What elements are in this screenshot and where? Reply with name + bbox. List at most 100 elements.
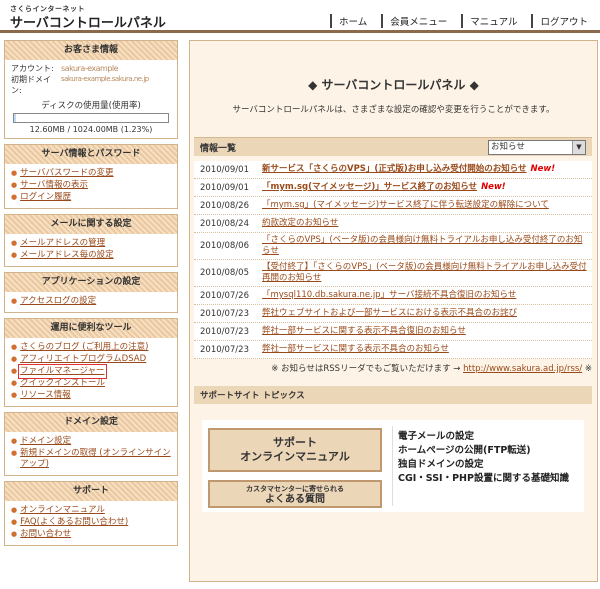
news-list: 2010/09/01 新サービス「さくらのVPS」(正式版)お申し込み受付開始のお… (194, 161, 592, 359)
news-title-link[interactable]: 「さくらのVPS」(ベータ版)の会員様向け無料トライアルお申し込み受付終了のお知… (262, 235, 582, 256)
nav-manual[interactable]: マニュアル (461, 14, 523, 28)
news-row: 2010/08/05 【受付終了】「さくらのVPS」(ベータ版)の会員様向け無料ト… (194, 260, 592, 287)
sidebar-item-blog[interactable]: さくらのブログ (ご利用上の注意) (20, 342, 148, 353)
online-manual-button[interactable]: サポート オンラインマニュアル (208, 428, 382, 472)
news-filter-value: お知らせ (491, 142, 525, 152)
nav-member-menu[interactable]: 会員メニュー (381, 14, 453, 28)
news-row: 2010/07/23 弊社一部サービスに関する表示不具合復旧のお知らせ (194, 323, 592, 341)
top-nav: ホーム 会員メニュー マニュアル ログアウト (322, 14, 594, 28)
news-date: 2010/08/05 (200, 268, 249, 278)
sidebar-item-mail-address[interactable]: メールアドレスの管理 (20, 238, 105, 249)
sidebar-item-domain-settings[interactable]: ドメイン設定 (20, 436, 71, 447)
news-date: 2010/08/24 (200, 218, 249, 229)
news-row: 2010/07/26 「mysql110.db.sakura.ne.jp」サーバ接… (194, 287, 592, 305)
account-label: アカウント: (11, 64, 54, 73)
news-title-link[interactable]: 新サービス「さくらのVPS」(正式版)お申し込み受付開始のお知らせ (262, 164, 527, 174)
bullet-icon: ● (11, 355, 18, 363)
support-topics: 電子メールの設定 ホームページの公開(FTP転送) 独自ドメインの設定 CGI・… (398, 430, 569, 486)
sidebar-section-domain: ドメイン設定 ● ドメイン設定 ● 新規ドメインの取得 (オンラインサインアップ) (4, 412, 178, 476)
sidebar-section-server: サーバ情報とパスワード ● サーバパスワードの変更 ● サーバ情報の表示 ● ログイン… (4, 144, 178, 209)
sidebar-item-affiliate[interactable]: アフィリエイトプログラムDSAD (20, 354, 146, 365)
sidebar-item-quick-install[interactable]: クイックインストール (20, 378, 105, 389)
news-row: 2010/08/06 「さくらのVPS」(ベータ版)の会員様向け無料トライアルお申… (194, 233, 592, 260)
support-heading: サポートサイト トピックス (200, 391, 305, 401)
rss-note-text: ※ お知らせはRSSリーダでもご覧いただけます → (271, 364, 461, 374)
bullet-icon: ● (11, 239, 18, 247)
sidebar-item-new-domain[interactable]: 新規ドメインの取得 (オンラインサインアップ) (20, 448, 171, 470)
disk-usage-fill (14, 114, 16, 122)
header: さくらインターネット サーバコントロールパネル ホーム 会員メニュー マニュアル… (0, 0, 600, 34)
faq-button[interactable]: カスタマセンターに寄せられる よくある質問 (208, 480, 382, 508)
sidebar-heading: アプリケーションの設定 (5, 273, 177, 292)
sidebar-item-access-log[interactable]: アクセスログの設定 (20, 296, 96, 307)
news-date: 2010/08/06 (200, 241, 249, 251)
nav-home[interactable]: ホーム (330, 14, 373, 28)
sidebar-item-faq[interactable]: FAQ(よくあるお問い合わせ) (20, 517, 128, 528)
news-title-link[interactable]: 約款改定のお知らせ (262, 218, 338, 228)
news-date: 2010/07/26 (200, 290, 249, 301)
news-row: 2010/07/23 弊社一部サービスに関する表示不具合のお知らせ (194, 341, 592, 359)
bullet-icon: ● (11, 530, 18, 538)
topic-link[interactable]: ホームページの公開(FTP転送) (398, 444, 569, 458)
news-row: 2010/07/23 弊社ウェブサイトおよび一部サービスにおける表示不具合のお詫び (194, 305, 592, 323)
news-title-link[interactable]: 「mysql110.db.sakura.ne.jp」サーバ接続不具合復旧のお知ら… (262, 290, 516, 300)
news-row: 2010/08/26 「mym.sg」(マイメッセージ)サービス終了に伴う転送設定… (194, 197, 592, 215)
bullet-icon: ● (11, 437, 18, 445)
news-title-link[interactable]: 【受付終了】「さくらのVPS」(ベータ版)の会員様向け無料トライアルお申し込み受… (262, 262, 587, 283)
sidebar: お客さま情報 アカウント: sakura-example 初期ドメイン: sakur… (4, 40, 178, 551)
sidebar-item-contact[interactable]: お問い合わせ (20, 529, 71, 540)
topic-link[interactable]: 電子メールの設定 (398, 430, 569, 444)
disk-usage-text: 12.60MB / 1024.00MB (1.23%) (29, 125, 153, 134)
sidebar-item-server-info[interactable]: サーバ情報の表示 (20, 180, 88, 191)
news-title-link[interactable]: 「mym.sg(マイメッセージ)」サービス終了のお知らせ (262, 182, 477, 192)
chevron-down-icon[interactable]: ▼ (572, 141, 585, 154)
nav-logout[interactable]: ログアウト (531, 14, 594, 28)
sidebar-item-file-manager[interactable]: ファイルマネージャー (18, 364, 107, 379)
news-date: 2010/07/23 (200, 344, 249, 355)
sidebar-heading: 運用に便利なツール (5, 319, 177, 338)
sidebar-item-login-history[interactable]: ログイン履歴 (20, 192, 71, 203)
news-title-link[interactable]: 弊社ウェブサイトおよび一部サービスにおける表示不具合のお詫び (262, 308, 517, 318)
divider (392, 426, 393, 506)
bullet-icon: ● (11, 169, 18, 177)
sidebar-heading: サーバ情報とパスワード (5, 145, 177, 164)
sidebar-item-server-password[interactable]: サーバパスワードの変更 (20, 168, 113, 179)
sidebar-item-online-manual[interactable]: オンラインマニュアル (20, 505, 105, 516)
disk-usage-title: ディスクの使用量(使用率) (41, 101, 141, 111)
news-row: 2010/09/01 「mym.sg(マイメッセージ)」サービス終了のお知らせ Ne… (194, 179, 592, 197)
sidebar-item-mail-settings[interactable]: メールアドレス毎の設定 (20, 250, 114, 261)
bullet-icon: ● (11, 506, 18, 514)
news-title-link[interactable]: 弊社一部サービスに関する表示不具合のお知らせ (262, 344, 449, 354)
page-title: ◆ サーバコントロールパネル ◆ (308, 78, 479, 92)
support-panel: サポート オンラインマニュアル カスタマセンターに寄せられる よくある質問 電子… (202, 420, 584, 512)
faq-button-sub: カスタマセンターに寄せられる (246, 485, 344, 493)
news-date: 2010/09/01 (200, 164, 249, 175)
online-manual-line2: オンラインマニュアル (240, 450, 350, 463)
customer-info-box: お客さま情報 アカウント: sakura-example 初期ドメイン: sakur… (4, 40, 178, 139)
header-rule (0, 30, 600, 33)
sidebar-heading: サポート (5, 482, 177, 501)
news-filter-select[interactable]: お知らせ ▼ (488, 140, 586, 155)
support-header: サポートサイト トピックス (194, 386, 592, 404)
bullet-icon: ● (11, 391, 18, 399)
news-row: 2010/09/01 新サービス「さくらのVPS」(正式版)お申し込み受付開始のお… (194, 161, 592, 179)
topic-link[interactable]: 独自ドメインの設定 (398, 458, 569, 472)
rss-link[interactable]: http://www.sakura.ad.jp/rss/ (463, 364, 582, 374)
disk-usage-bar (13, 113, 169, 123)
bullet-icon: ● (11, 251, 18, 259)
news-date: 2010/08/26 (200, 200, 249, 211)
sidebar-heading: メールに関する設定 (5, 215, 177, 234)
account-value: sakura-example (61, 64, 119, 73)
news-title-link[interactable]: 「mym.sg」(マイメッセージ)サービス終了に伴う転送設定の解除について (262, 200, 549, 210)
bullet-icon: ● (11, 518, 18, 526)
sidebar-section-tools: 運用に便利なツール ● さくらのブログ (ご利用上の注意) ● アフィリエイトプログ… (4, 318, 178, 407)
faq-button-label: よくある質問 (265, 494, 325, 505)
news-title-link[interactable]: 弊社一部サービスに関する表示不具合復旧のお知らせ (262, 326, 466, 336)
page-description: サーバコントロールパネルは、さまざまな設定の確認や変更を行うことができます。 (232, 105, 555, 115)
brand-title: サーバコントロールパネル (10, 16, 166, 31)
sidebar-item-resource-info[interactable]: リソース情報 (20, 390, 71, 401)
sidebar-heading: ドメイン設定 (5, 413, 177, 432)
bullet-icon: ● (11, 367, 18, 375)
topic-link[interactable]: CGI・SSI・PHP設置に関する基礎知識 (398, 472, 569, 486)
new-badge: New! (481, 182, 506, 192)
